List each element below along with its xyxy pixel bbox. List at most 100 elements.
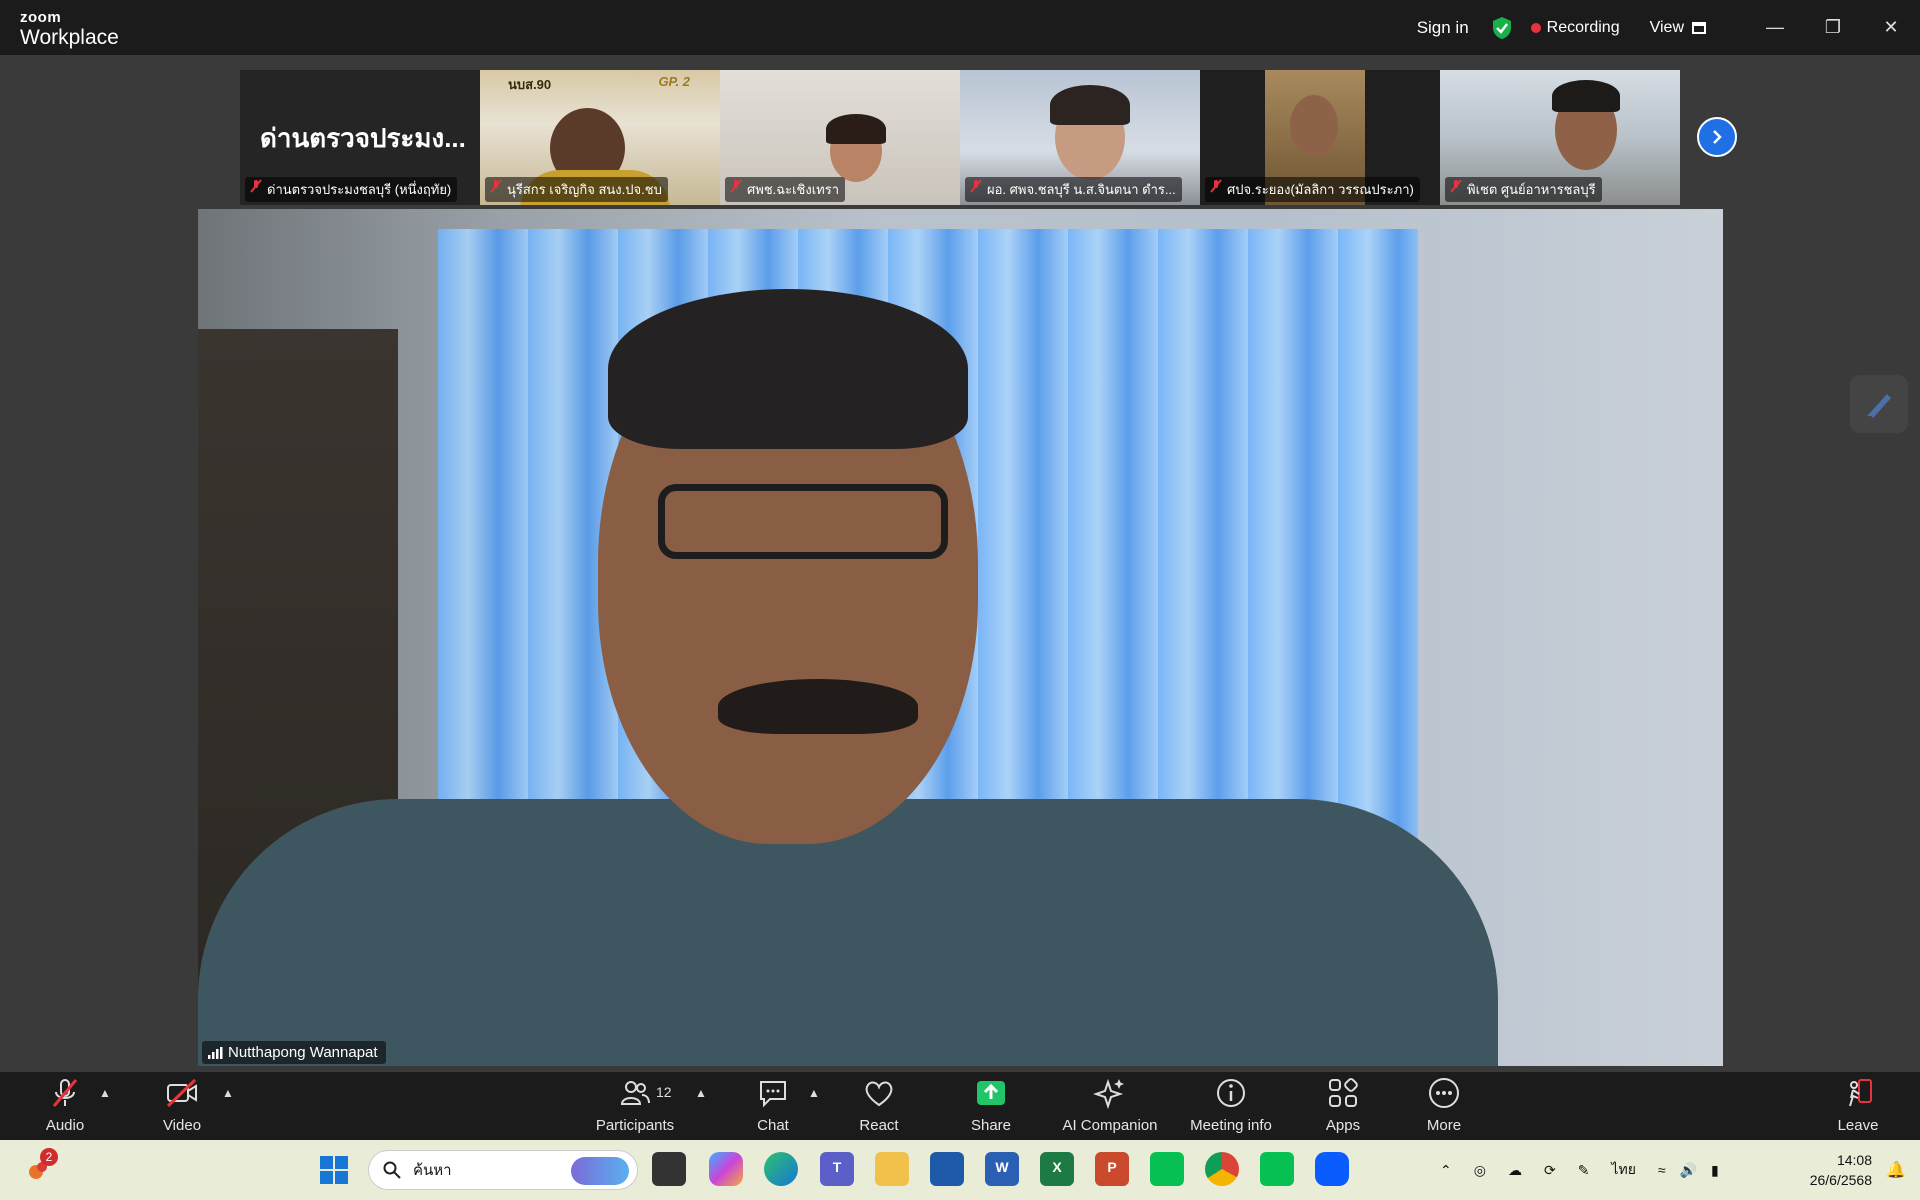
participant-name-tag: ศพช.ฉะเชิงเทรา bbox=[725, 177, 846, 202]
notification-bell-icon[interactable]: 🔔 bbox=[1886, 1160, 1906, 1180]
taskbar-app-line-2[interactable] bbox=[1260, 1152, 1294, 1186]
participant-name: ศปจ.ระยอง(มัลลิกา วรรณประภา) bbox=[1227, 182, 1414, 197]
video-button[interactable]: Video bbox=[132, 1076, 232, 1136]
apps-label: Apps bbox=[1325, 1117, 1361, 1134]
meeting-info-button[interactable]: Meeting info bbox=[1181, 1076, 1281, 1136]
taskbar-app-teams[interactable]: T bbox=[820, 1152, 854, 1186]
chat-button[interactable]: Chat bbox=[723, 1076, 823, 1136]
ai-companion-button[interactable]: AI Companion bbox=[1060, 1076, 1160, 1136]
meeting-info-label: Meeting info bbox=[1190, 1117, 1272, 1134]
recording-dot-icon bbox=[1530, 22, 1541, 33]
taskbar-app-word[interactable]: W bbox=[985, 1152, 1019, 1186]
participant-name-tag: นุรีสกร เจริญกิจ สนง.ปจ.ชบ bbox=[485, 177, 668, 202]
restore-icon[interactable]: ❐ bbox=[1804, 0, 1862, 55]
participant-thumbnail[interactable]: ศพช.ฉะเชิงเทรา bbox=[720, 70, 960, 205]
view-button[interactable]: View bbox=[1650, 19, 1706, 37]
taskbar-app-file-manager[interactable] bbox=[652, 1152, 686, 1186]
sparkle-icon bbox=[1092, 1078, 1124, 1110]
participant-hair bbox=[826, 114, 886, 144]
active-speaker-video[interactable]: Nutthapong Wannapat bbox=[198, 209, 1723, 1066]
start-button[interactable] bbox=[318, 1154, 350, 1186]
audio-options-caret-icon[interactable]: ▲ bbox=[99, 1086, 111, 1100]
taskbar-app-folder[interactable] bbox=[875, 1152, 909, 1186]
logo-big-text: Workplace bbox=[20, 26, 119, 49]
react-label: React bbox=[859, 1117, 899, 1134]
taskbar-app-store[interactable] bbox=[930, 1152, 964, 1186]
video-off-icon bbox=[166, 1078, 197, 1108]
video-options-caret-icon[interactable]: ▲ bbox=[222, 1086, 234, 1100]
more-icon bbox=[1429, 1078, 1459, 1108]
taskbar-app-excel[interactable]: X bbox=[1040, 1152, 1074, 1186]
participant-face bbox=[1290, 95, 1338, 157]
participant-name: พิเชต ศูนย์อาหารชลบุรี bbox=[1467, 182, 1596, 197]
speaker-mustache bbox=[718, 679, 918, 734]
heart-icon bbox=[865, 1081, 893, 1107]
leave-label: Leave bbox=[1837, 1117, 1879, 1134]
share-screen-icon bbox=[977, 1081, 1005, 1105]
participants-options-caret-icon[interactable]: ▲ bbox=[695, 1086, 707, 1100]
chat-options-caret-icon[interactable]: ▲ bbox=[808, 1086, 820, 1100]
participant-thumbnail[interactable]: นบส.90 GP. 2 นุรีสกร เจริญกิจ สนง.ปจ.ชบ bbox=[480, 70, 720, 205]
speaker-body bbox=[198, 799, 1498, 1066]
pen-input-icon[interactable]: ✎ bbox=[1578, 1162, 1590, 1179]
participant-name-tag: ผอ. ศพจ.ชลบุรี น.ส.จินตนา ดำร... bbox=[965, 177, 1182, 202]
taskbar-app-chrome[interactable] bbox=[1205, 1152, 1239, 1186]
participant-thumbnail[interactable]: ศปจ.ระยอง(มัลลิกา วรรณประภา) bbox=[1200, 70, 1440, 205]
close-icon[interactable]: ✕ bbox=[1862, 0, 1920, 55]
participant-hair bbox=[1050, 85, 1130, 125]
windows-taskbar: 2 ค้นหา T W X P ⌃ ◎ ☁ ⟳ ✎ ไทย ≈ 🔊 ▮ 14:0… bbox=[0, 1140, 1920, 1200]
wifi-icon[interactable]: ≈ bbox=[1658, 1162, 1666, 1178]
taskbar-app-line[interactable] bbox=[1150, 1152, 1184, 1186]
muted-mic-icon bbox=[250, 179, 262, 193]
view-label: View bbox=[1649, 18, 1684, 36]
taskbar-app-zoom[interactable] bbox=[1315, 1152, 1349, 1186]
chevron-up-icon[interactable]: ⌃ bbox=[1440, 1162, 1452, 1179]
taskbar-search[interactable]: ค้นหา bbox=[368, 1150, 638, 1190]
audio-button[interactable]: Audio bbox=[15, 1076, 115, 1136]
info-icon bbox=[1217, 1079, 1245, 1107]
sign-in-link[interactable]: Sign in bbox=[1417, 18, 1469, 38]
battery-icon[interactable]: ▮ bbox=[1711, 1162, 1719, 1179]
participant-name-tag: ศปจ.ระยอง(มัลลิกา วรรณประภา) bbox=[1205, 177, 1420, 202]
view-grid-icon bbox=[1692, 21, 1706, 34]
tray-app-icon[interactable]: ◎ bbox=[1474, 1162, 1486, 1179]
leave-button[interactable]: Leave bbox=[1808, 1076, 1908, 1136]
minimize-icon[interactable]: — bbox=[1746, 0, 1804, 55]
volume-icon[interactable]: 🔊 bbox=[1680, 1162, 1697, 1179]
muted-mic-icon bbox=[52, 1079, 78, 1107]
logo-small-text: zoom bbox=[20, 9, 62, 26]
participant-name: นุรีสกร เจริญกิจ สนง.ปจ.ชบ bbox=[507, 182, 662, 197]
sync-icon[interactable]: ⟳ bbox=[1544, 1162, 1556, 1179]
language-indicator[interactable]: ไทย bbox=[1611, 1159, 1635, 1181]
next-page-button[interactable] bbox=[1697, 117, 1737, 157]
participant-name: ผอ. ศพจ.ชลบุรี น.ส.จินตนา ดำร... bbox=[987, 182, 1176, 197]
participant-thumbnail[interactable]: ด่านตรวจประมง... ด่านตรวจประมงชลบุรี (หน… bbox=[240, 70, 480, 205]
word-letter-icon: W bbox=[995, 1159, 1009, 1175]
more-button[interactable]: More bbox=[1394, 1076, 1494, 1136]
taskbar-app-edge[interactable] bbox=[764, 1152, 798, 1186]
zoom-logo: zoom Workplace bbox=[20, 10, 119, 48]
apps-button[interactable]: Apps bbox=[1293, 1076, 1393, 1136]
thumbnail-overlay-text: GP. 2 bbox=[658, 74, 690, 89]
search-placeholder: ค้นหา bbox=[413, 1162, 452, 1179]
chat-label: Chat bbox=[757, 1117, 789, 1134]
signal-bars-icon bbox=[208, 1047, 223, 1059]
share-button[interactable]: Share bbox=[941, 1076, 1041, 1136]
cloud-icon[interactable]: ☁ bbox=[1508, 1162, 1522, 1179]
taskbar-app-powerpoint[interactable]: P bbox=[1095, 1152, 1129, 1186]
apps-icon bbox=[1329, 1078, 1358, 1107]
share-label: Share bbox=[970, 1117, 1012, 1134]
meeting-toolbar: Audio ▲ Video ▲ Participants 12 ▲ Chat ▲ bbox=[0, 1072, 1920, 1140]
participants-icon bbox=[620, 1081, 650, 1105]
react-button[interactable]: React bbox=[829, 1076, 929, 1136]
annotate-button[interactable] bbox=[1850, 375, 1908, 433]
taskbar-clock[interactable]: 14:08 26/6/2568 bbox=[1810, 1150, 1872, 1190]
speaker-hair bbox=[608, 289, 968, 449]
thumbnail-overlay-text: นบส.90 bbox=[508, 77, 552, 92]
shield-icon[interactable] bbox=[1491, 16, 1513, 40]
muted-mic-icon bbox=[730, 179, 742, 193]
taskbar-app-copilot[interactable] bbox=[709, 1152, 743, 1186]
recording-indicator[interactable]: Recording bbox=[1530, 19, 1620, 37]
participant-thumbnail[interactable]: ผอ. ศพจ.ชลบุรี น.ส.จินตนา ดำร... bbox=[960, 70, 1200, 205]
participant-thumbnail[interactable]: พิเชต ศูนย์อาหารชลบุรี bbox=[1440, 70, 1680, 205]
